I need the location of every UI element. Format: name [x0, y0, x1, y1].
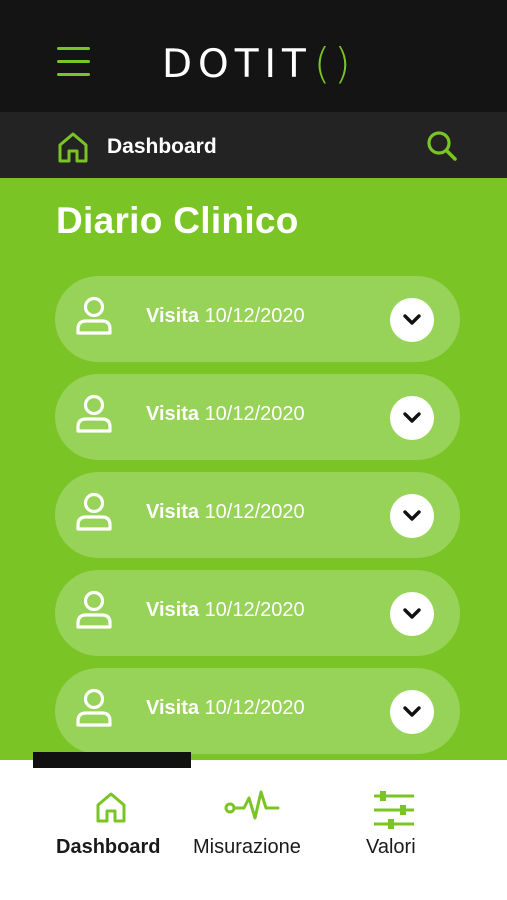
- user-icon: [76, 394, 112, 433]
- visit-prefix: Visita: [146, 403, 199, 425]
- expand-toggle-button[interactable]: [390, 592, 434, 636]
- nav-label: Misurazione: [193, 836, 301, 858]
- bottom-nav: Dashboard Misurazione Valori: [0, 760, 507, 900]
- breadcrumb: Dashboard: [107, 135, 217, 158]
- visit-list-item[interactable]: Visita 10/12/2020: [55, 472, 460, 558]
- logo-text: DOTIT: [162, 41, 312, 87]
- visit-label: Visita 10/12/2020: [146, 599, 305, 622]
- chevron-down-icon: [403, 608, 421, 619]
- heartbeat-icon: [224, 790, 280, 820]
- visit-date: 10/12/2020: [204, 697, 305, 719]
- top-bar: DOTIT (): [0, 0, 507, 112]
- expand-toggle-button[interactable]: [390, 396, 434, 440]
- hamburger-menu-icon[interactable]: [56, 44, 92, 80]
- home-indicator: [33, 752, 191, 768]
- visit-prefix: Visita: [146, 501, 199, 523]
- expand-toggle-button[interactable]: [390, 298, 434, 342]
- chevron-down-icon: [403, 314, 421, 325]
- visit-list-item[interactable]: Visita 10/12/2020: [55, 668, 460, 754]
- user-icon: [76, 590, 112, 629]
- visit-list-item[interactable]: Visita 10/12/2020: [55, 276, 460, 362]
- visit-label: Visita 10/12/2020: [146, 697, 305, 720]
- home-icon: [96, 792, 126, 823]
- nav-label: Valori: [366, 836, 416, 858]
- visit-date: 10/12/2020: [204, 599, 305, 621]
- visit-label: Visita 10/12/2020: [146, 403, 305, 426]
- nav-item-valori[interactable]: Valori: [356, 760, 436, 870]
- visit-date: 10/12/2020: [204, 305, 305, 327]
- visit-prefix: Visita: [146, 599, 199, 621]
- visit-list: Visita 10/12/2020 Visita 10/12/2020 Visi…: [55, 276, 460, 760]
- user-icon: [76, 296, 112, 335]
- visit-list-item[interactable]: Visita 10/12/2020: [55, 374, 460, 460]
- main-content: Diario Clinico Visita 10/12/2020 Visita …: [0, 178, 507, 760]
- page-title: Diario Clinico: [56, 200, 299, 241]
- nav-item-dashboard[interactable]: Dashboard: [50, 760, 175, 870]
- visit-label: Visita 10/12/2020: [146, 501, 305, 524]
- chevron-down-icon: [403, 412, 421, 423]
- chevron-down-icon: [403, 510, 421, 521]
- expand-toggle-button[interactable]: [390, 494, 434, 538]
- search-icon[interactable]: [424, 128, 460, 164]
- app-logo: DOTIT (): [162, 38, 355, 90]
- chevron-down-icon: [403, 706, 421, 717]
- user-icon: [76, 492, 112, 531]
- user-icon: [76, 688, 112, 727]
- visit-prefix: Visita: [146, 305, 199, 327]
- visit-list-item[interactable]: Visita 10/12/2020: [55, 570, 460, 656]
- visit-prefix: Visita: [146, 697, 199, 719]
- expand-toggle-button[interactable]: [390, 690, 434, 734]
- nav-label: Dashboard: [56, 836, 161, 858]
- logo-brackets: (): [313, 39, 355, 88]
- sliders-icon: [374, 791, 414, 829]
- visit-date: 10/12/2020: [204, 501, 305, 523]
- home-icon: [58, 132, 88, 163]
- visit-label: Visita 10/12/2020: [146, 305, 305, 328]
- visit-date: 10/12/2020: [204, 403, 305, 425]
- nav-item-misurazione[interactable]: Misurazione: [190, 760, 322, 870]
